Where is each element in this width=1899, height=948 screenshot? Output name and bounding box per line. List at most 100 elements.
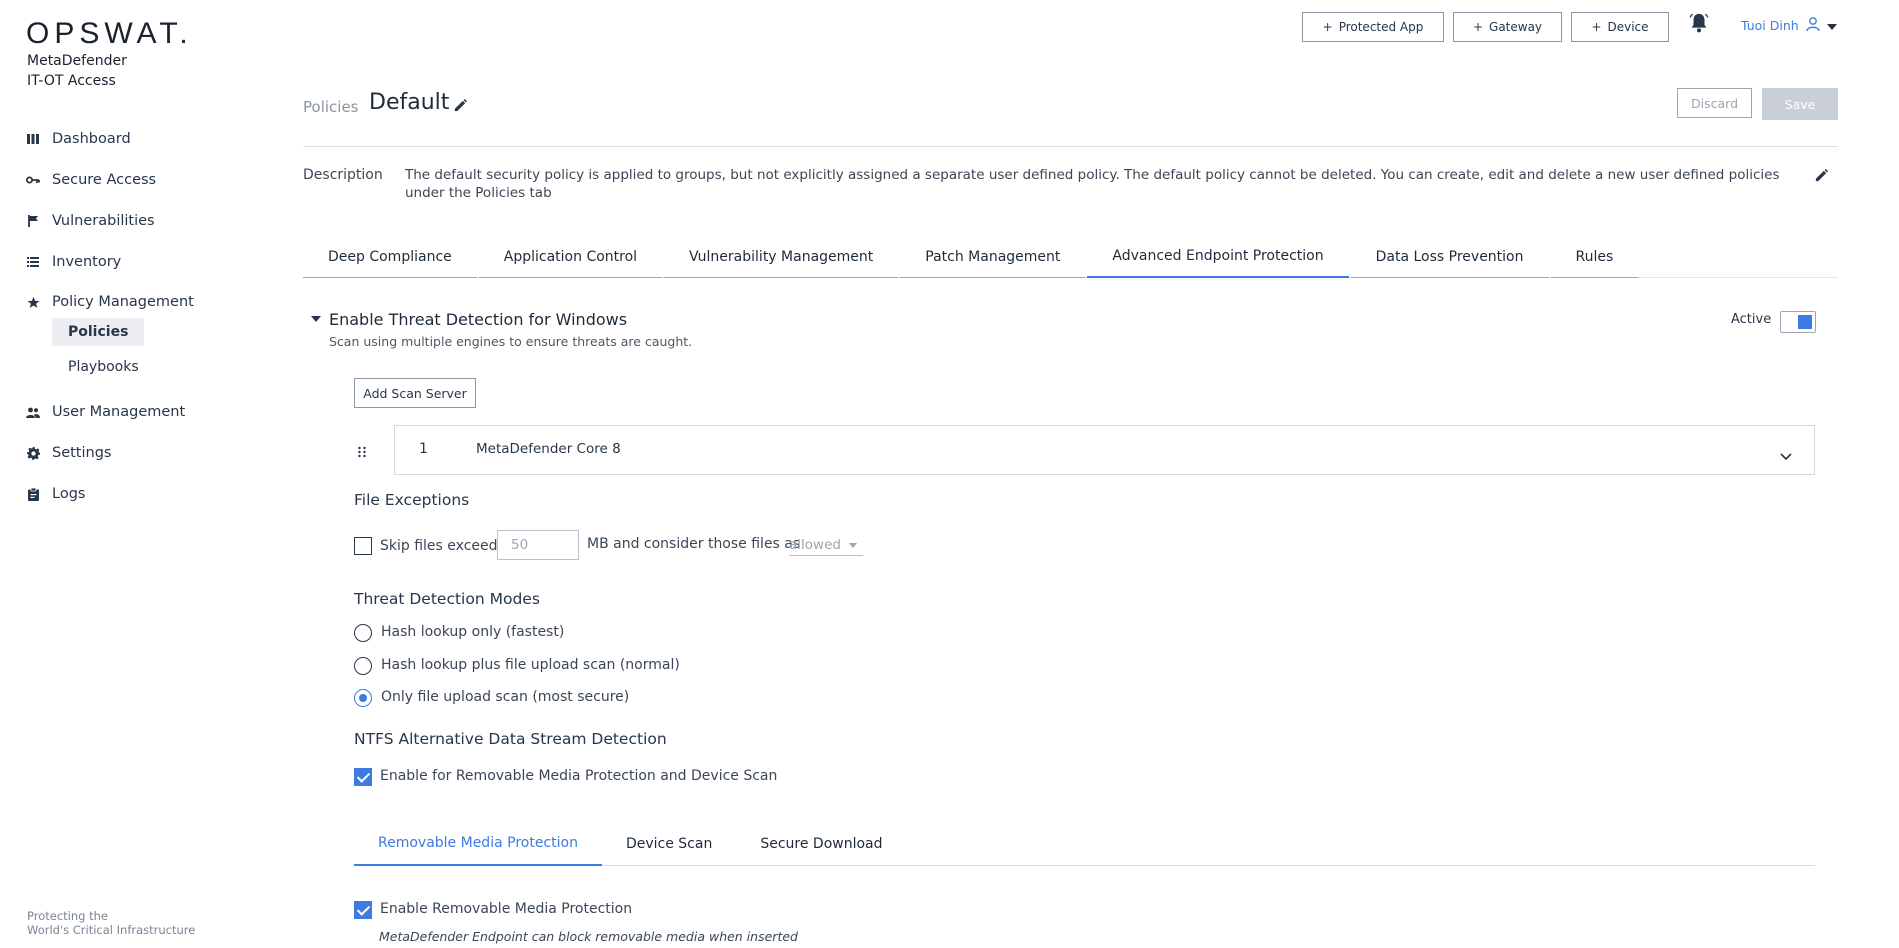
sidebar-item-policy-management[interactable]: Policy Management — [26, 290, 194, 314]
policy-tabs: Deep Compliance Application Control Vuln… — [303, 236, 1640, 278]
sidebar-item-label: Dashboard — [52, 131, 131, 147]
sidebar-item-logs[interactable]: Logs — [26, 482, 85, 506]
clipboard-icon — [26, 487, 40, 501]
edit-description-pencil-icon[interactable] — [1814, 168, 1829, 183]
consider-files-text: MB and consider those files as — [587, 536, 801, 552]
file-size-input[interactable] — [497, 530, 579, 560]
subtab-device-scan[interactable]: Device Scan — [602, 822, 736, 866]
mode-upload-only-label: Only file upload scan (most secure) — [381, 689, 630, 705]
breadcrumb-policies[interactable]: Policies — [303, 98, 358, 116]
mode-upload-only-radio[interactable] — [354, 689, 372, 707]
plus-icon: + — [1322, 20, 1333, 34]
scan-server-row[interactable]: 1 MetaDefender Core 8 — [394, 425, 1815, 475]
sidebar-item-secure-access[interactable]: Secure Access — [26, 168, 156, 192]
file-exceptions-heading: File Exceptions — [354, 491, 470, 509]
tab-patch-management[interactable]: Patch Management — [900, 236, 1086, 278]
mode-hash-lookup-label: Hash lookup only (fastest) — [381, 624, 565, 640]
sidebar-item-inventory[interactable]: Inventory — [26, 250, 121, 274]
page-title: Default — [369, 90, 450, 115]
save-button[interactable]: Save — [1762, 88, 1838, 120]
key-icon — [26, 173, 40, 187]
sidebar-item-vulnerabilities[interactable]: Vulnerabilities — [26, 209, 155, 233]
sidebar-item-label: Logs — [52, 486, 86, 502]
threat-detection-modes-heading: Threat Detection Modes — [354, 590, 540, 608]
protection-subtabs: Removable Media Protection Device Scan S… — [354, 822, 907, 866]
section-subtitle: Scan using multiple engines to ensure th… — [329, 334, 693, 349]
file-action-select-value: allowed — [789, 536, 841, 553]
mode-hash-lookup-radio[interactable] — [354, 624, 372, 642]
file-action-select[interactable]: allowed — [789, 534, 863, 556]
plus-icon: + — [1591, 20, 1602, 34]
chevron-down-icon — [1826, 18, 1837, 33]
skip-files-label: Skip files exceed — [380, 538, 498, 554]
section-title: Enable Threat Detection for Windows — [329, 310, 628, 329]
footer-tagline-line1: Protecting the — [27, 909, 108, 923]
footer-tagline: Protecting the World's Critical Infrastr… — [27, 909, 195, 937]
button-label: Gateway — [1489, 20, 1543, 34]
opswat-logo[interactable]: OPSWAT. — [26, 17, 193, 51]
divider — [303, 146, 1838, 147]
sidebar-item-label: Inventory — [52, 254, 122, 270]
sidebar-subitem-policies[interactable]: Policies — [52, 318, 145, 346]
tab-advanced-endpoint-protection[interactable]: Advanced Endpoint Protection — [1087, 236, 1349, 278]
tab-rules[interactable]: Rules — [1550, 236, 1639, 278]
skip-files-checkbox[interactable] — [354, 537, 372, 555]
add-gateway-button[interactable]: + Gateway — [1453, 12, 1562, 42]
removable-media-enable-label: Enable Removable Media Protection — [380, 901, 633, 917]
description-text: The default security policy is applied t… — [405, 167, 1780, 201]
list-icon — [26, 255, 40, 269]
sidebar-item-label: Policy Management — [52, 294, 194, 310]
subtab-removable-media-protection[interactable]: Removable Media Protection — [354, 822, 602, 866]
ntfs-enable-label: Enable for Removable Media Protection an… — [380, 768, 778, 784]
add-scan-server-button[interactable]: Add Scan Server — [354, 378, 476, 408]
active-label: Active — [1731, 312, 1772, 327]
sidebar-item-dashboard[interactable]: Dashboard — [26, 127, 131, 151]
sidebar-item-label: Secure Access — [52, 172, 157, 188]
tab-data-loss-prevention[interactable]: Data Loss Prevention — [1350, 236, 1549, 278]
dashboard-icon — [26, 132, 40, 146]
mode-hash-plus-upload-label: Hash lookup plus file upload scan (norma… — [381, 657, 680, 673]
add-device-button[interactable]: + Device — [1571, 12, 1669, 42]
button-label: Protected App — [1338, 20, 1424, 34]
sidebar-item-settings[interactable]: Settings — [26, 441, 111, 465]
removable-media-hint: MetaDefender Endpoint can block removabl… — [379, 929, 798, 944]
user-menu[interactable]: Tuoi Dinh — [1741, 16, 1837, 35]
drag-handle-icon[interactable] — [357, 443, 369, 458]
product-name-line1: MetaDefender — [27, 53, 127, 69]
users-icon — [26, 405, 40, 419]
gear-icon — [26, 446, 40, 460]
subtab-secure-download[interactable]: Secure Download — [736, 822, 906, 866]
mode-hash-plus-upload-radio[interactable] — [354, 657, 372, 675]
description-label: Description — [303, 167, 383, 183]
tab-vulnerability-management[interactable]: Vulnerability Management — [664, 236, 899, 278]
sidebar-item-label: User Management — [52, 404, 186, 420]
tab-deep-compliance[interactable]: Deep Compliance — [303, 236, 477, 278]
product-name-line2: IT-OT Access — [27, 73, 116, 89]
star-icon — [26, 295, 40, 309]
notifications-bell-icon[interactable] — [1688, 12, 1710, 34]
button-label: Device — [1607, 20, 1649, 34]
dropdown-arrow-icon — [849, 543, 857, 548]
scan-server-name: MetaDefender Core 8 — [476, 441, 621, 457]
collapse-caret-icon[interactable] — [311, 316, 321, 322]
footer-tagline-line2: World's Critical Infrastructure — [27, 923, 196, 937]
product-name: MetaDefender IT-OT Access — [27, 51, 127, 91]
ntfs-heading: NTFS Alternative Data Stream Detection — [354, 730, 667, 748]
sidebar: OPSWAT. MetaDefender IT-OT Access Dashbo… — [0, 0, 260, 948]
scan-server-number: 1 — [419, 441, 428, 457]
tab-application-control[interactable]: Application Control — [478, 236, 663, 278]
chevron-down-icon[interactable] — [1780, 446, 1792, 461]
user-icon — [1805, 16, 1821, 35]
add-protected-app-button[interactable]: + Protected App — [1302, 12, 1444, 42]
sidebar-item-user-management[interactable]: User Management — [26, 400, 185, 424]
user-name: Tuoi Dinh — [1741, 18, 1799, 33]
sidebar-item-label: Vulnerabilities — [52, 213, 155, 229]
sidebar-subitem-playbooks[interactable]: Playbooks — [52, 353, 155, 381]
ntfs-enable-checkbox[interactable] — [354, 768, 372, 786]
discard-button[interactable]: Discard — [1677, 88, 1752, 118]
toggle-knob — [1798, 315, 1812, 329]
edit-title-pencil-icon[interactable] — [453, 98, 469, 114]
plus-icon: + — [1472, 20, 1484, 34]
active-toggle[interactable] — [1780, 311, 1816, 333]
removable-media-enable-checkbox[interactable] — [354, 901, 372, 919]
